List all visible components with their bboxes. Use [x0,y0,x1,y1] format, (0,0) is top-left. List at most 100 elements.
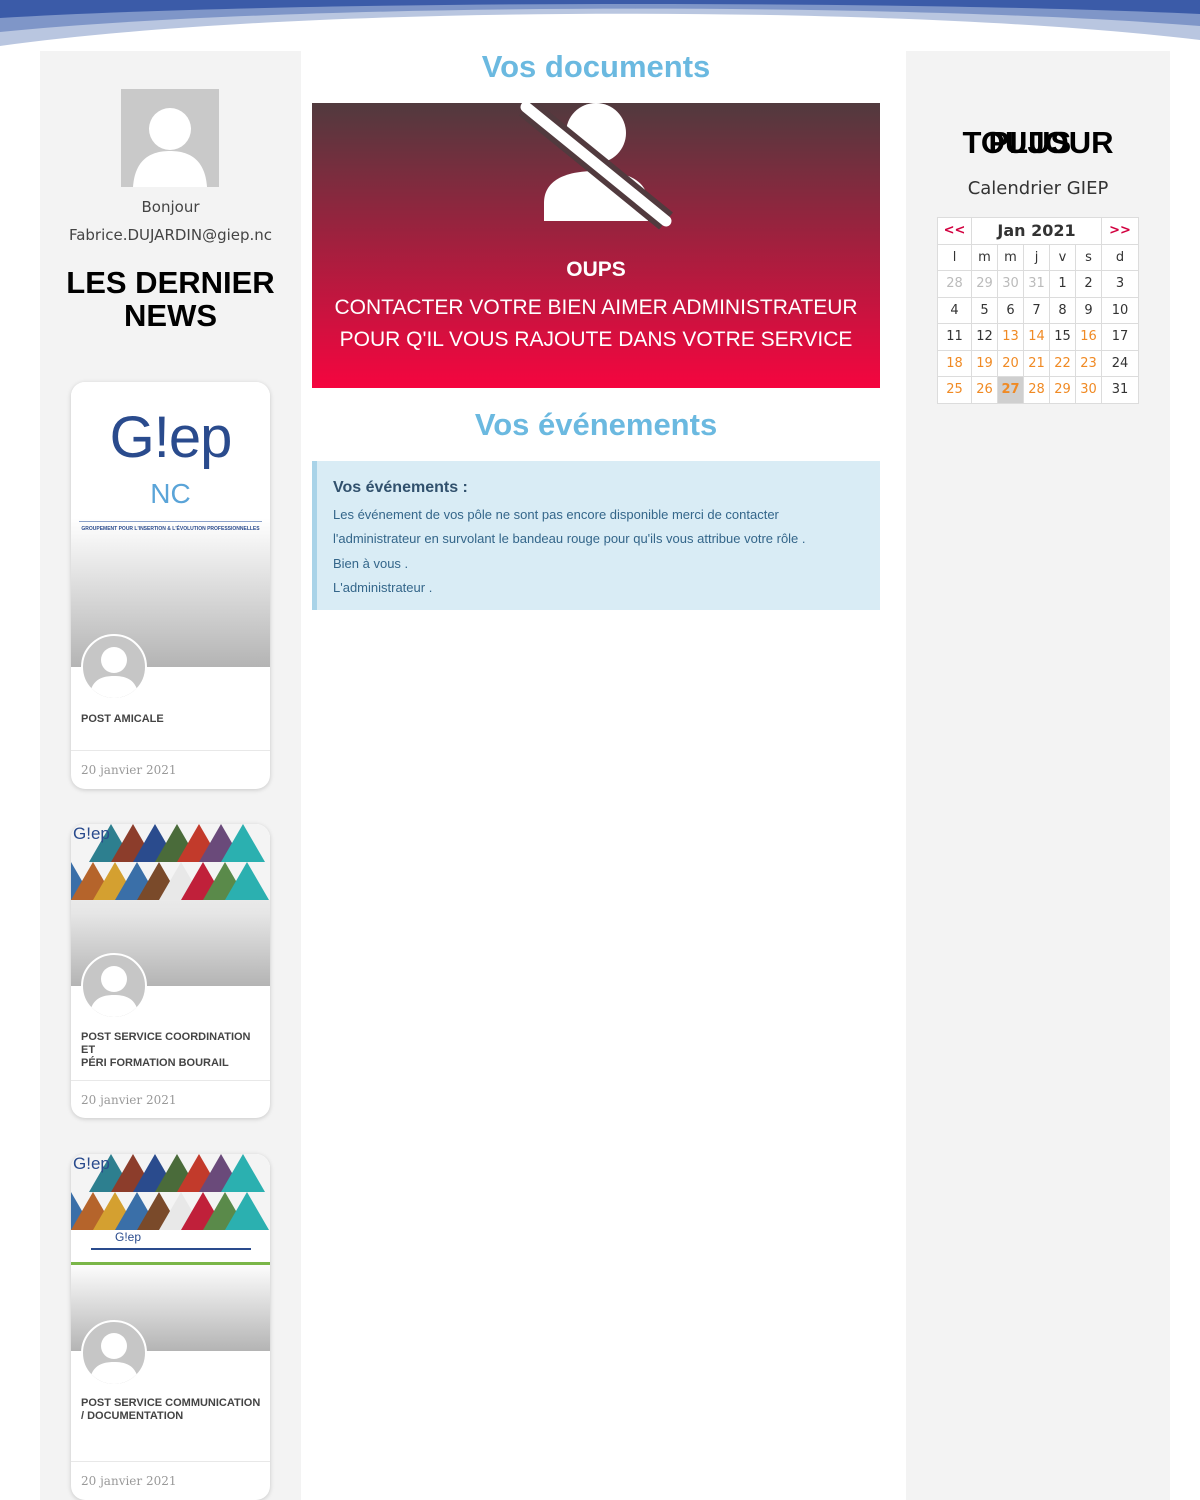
calendar-day-event[interactable]: 28 [1023,376,1050,404]
banner-title: OUPS [566,258,626,281]
news-card[interactable]: G!ep POST SERVICE COORDINATION ET PÉRI F… [71,824,270,1118]
user-icon [89,966,139,1017]
news-card-title[interactable]: POST SERVICE COORDINATION ET PÉRI FORMAT… [81,1031,263,1070]
giep-logo-sub: NC [150,478,191,509]
news-card-date: 20 janvier 2021 [81,1474,177,1488]
calendar-day[interactable]: 11 [937,323,972,351]
news-card-title-line2: / DOCUMENTATION [81,1410,184,1422]
user-email: Fabrice.DUJARDIN@giep.nc [68,226,273,244]
weekday-label: m [997,243,1024,271]
banner-message-line1: CONTACTER VOTRE BIEN AIMER ADMINISTRATEU… [334,296,858,319]
weekday-label: v [1049,243,1076,271]
calendar-week-row: 28 29 30 31 1 2 3 [937,270,1139,298]
calendar-day[interactable]: 1 [1049,270,1076,298]
news-card-title[interactable]: POST SERVICE COMMUNICATION / DOCUMENTATI… [81,1397,263,1423]
calendar-day[interactable]: 31 [1023,270,1050,298]
news-card-title-line1: POST SERVICE COORDINATION ET [81,1031,251,1056]
events-alert: Vos événements : Les événement de vos pô… [312,461,880,610]
author-avatar [81,1320,147,1386]
calendar-day[interactable]: 29 [971,270,998,298]
calendar-day[interactable]: 4 [937,296,972,324]
calendar-week-row: 18 19 20 21 22 23 24 [937,349,1139,377]
next-month-button[interactable]: >> [1101,217,1139,245]
calendar-title: Calendrier GIEP [967,178,1109,199]
calendar-day[interactable]: 7 [1023,296,1050,324]
no-access-banner[interactable]: OUPS CONTACTER VOTRE BIEN AIMER ADMINIST… [312,103,880,388]
events-heading: Vos événements [474,407,718,442]
calendar-day-event[interactable]: 30 [1075,376,1102,404]
calendar-day[interactable]: 5 [971,296,998,324]
card-divider [71,750,270,751]
news-heading: LES DERNIER NEWS [40,266,301,332]
calendar-sidebar: TOUJOUR PLUS Calendrier GIEP << Jan 2021… [906,51,1170,1500]
current-month-label: Jan 2021 [971,217,1102,245]
news-card[interactable]: G!ep NC GROUPEMENT POUR L'INSERTION & L'… [71,382,270,789]
prev-month-button[interactable]: << [937,217,972,245]
giep-logo-text-small: G!ep [115,1230,142,1244]
calendar-day-event[interactable]: 25 [937,376,972,404]
author-avatar [81,634,147,700]
news-card-date: 20 janvier 2021 [81,763,177,777]
news-card[interactable]: G!ep G!ep POST SERVICE COMMUNICATION / D… [71,1154,270,1500]
calendar-day-event[interactable]: 14 [1023,323,1050,351]
calendar-day-event[interactable]: 20 [997,349,1024,377]
user-icon [133,108,207,187]
alert-line: Les événement de vos pôle ne sont pas en… [333,507,779,522]
calendar-week-row: 11 12 13 14 15 16 17 [937,323,1139,351]
calendar-day-event[interactable]: 13 [997,323,1024,351]
news-card-title-line1: POST SERVICE COMMUNICATION [81,1397,261,1409]
calendar-day-event[interactable]: 18 [937,349,972,377]
weekday-label: s [1075,243,1102,271]
toujour-plus-logo: TOUJOUR PLUS [906,125,1170,165]
calendar-day-event[interactable]: 29 [1049,376,1076,404]
banner-line [91,1248,251,1250]
alert-line: L'administrateur . [333,580,433,595]
calendar-day[interactable]: 6 [997,296,1024,324]
user-avatar[interactable] [121,89,219,187]
news-card-date: 20 janvier 2021 [81,1093,177,1107]
calendar-week-row: 25 26 27 28 29 30 31 [937,376,1139,404]
calendar-day[interactable]: 12 [971,323,998,351]
user-slash-icon [519,103,673,230]
calendar-day[interactable]: 17 [1101,323,1139,351]
calendar-day-event[interactable]: 23 [1075,349,1102,377]
news-card-image[interactable]: G!ep NC GROUPEMENT POUR L'INSERTION & L'… [71,382,270,667]
calendar-week-row: 4 5 6 7 8 9 10 [937,296,1139,324]
calendar-day-today[interactable]: 27 [997,376,1024,404]
calendar-day[interactable]: 31 [1101,376,1139,404]
news-card-title[interactable]: POST AMICALE [81,713,263,726]
calendar-day-event[interactable]: 21 [1023,349,1050,377]
calendar-day[interactable]: 28 [937,270,972,298]
calendar-day[interactable]: 8 [1049,296,1076,324]
giep-logo-text: G!ep [109,405,233,470]
calendar-day[interactable]: 2 [1075,270,1102,298]
card-divider [71,1080,270,1081]
calendar-day[interactable]: 30 [997,270,1024,298]
logo-word-plus: PLUS [988,125,1072,160]
calendar-day[interactable]: 3 [1101,270,1139,298]
weekday-header-row: l m m j v s d [937,243,1139,271]
calendar-day-event[interactable]: 26 [971,376,998,404]
user-icon [89,647,139,698]
user-icon [89,1333,139,1384]
news-sidebar: Bonjour Fabrice.DUJARDIN@giep.nc LES DER… [40,51,301,1500]
logo-divider [79,521,262,522]
weekday-label: l [937,243,972,271]
calendar-day[interactable]: 9 [1075,296,1102,324]
calendar-day-event[interactable]: 22 [1049,349,1076,377]
weekday-label: m [971,243,998,271]
header-wave [0,0,1200,46]
calendar-day[interactable]: 24 [1101,349,1139,377]
giep-logo-text: G!ep [73,824,110,843]
alert-title: Vos événements : [333,479,468,496]
calendar-day-event[interactable]: 16 [1075,323,1102,351]
author-avatar [81,953,147,1019]
news-heading-line2: NEWS [124,298,217,333]
calendar-day[interactable]: 10 [1101,296,1139,324]
calendar-day[interactable]: 15 [1049,323,1076,351]
banner-line-green [71,1262,270,1265]
calendar-day-event[interactable]: 19 [971,349,998,377]
greeting-text: Bonjour [141,198,200,216]
news-heading-line1: LES DERNIER [66,265,275,300]
giep-logo-caption: GROUPEMENT POUR L'INSERTION & L'ÉVOLUTIO… [81,526,260,532]
